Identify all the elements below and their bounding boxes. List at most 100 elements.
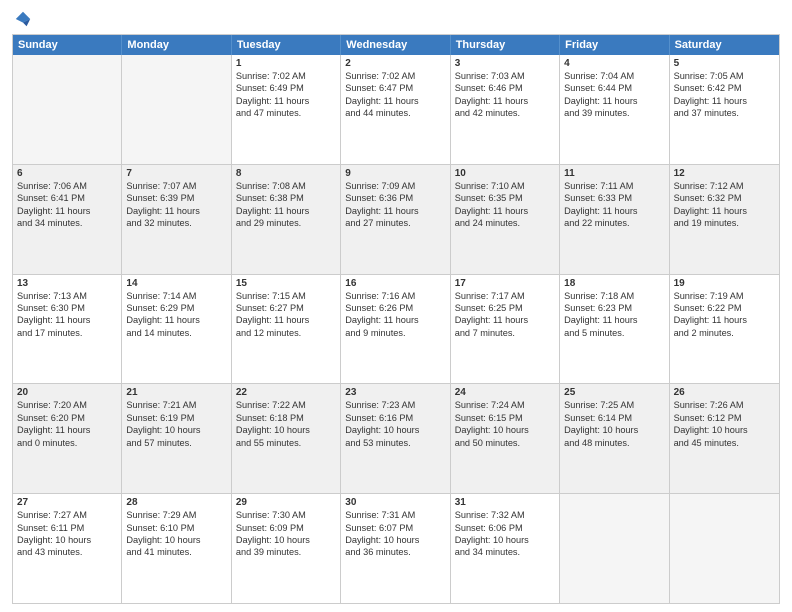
cell-info-line: Sunrise: 7:19 AM (674, 290, 775, 302)
cell-info-line: Sunset: 6:25 PM (455, 302, 555, 314)
day-number: 5 (674, 58, 775, 69)
cell-info-line: Sunset: 6:46 PM (455, 82, 555, 94)
day-number: 30 (345, 497, 445, 508)
day-number: 12 (674, 168, 775, 179)
cell-info-line: Sunrise: 7:30 AM (236, 509, 336, 521)
cell-info-line: and 55 minutes. (236, 437, 336, 449)
cell-info-line: and 5 minutes. (564, 327, 664, 339)
day-number: 10 (455, 168, 555, 179)
day-number: 20 (17, 387, 117, 398)
cell-info-line: Sunrise: 7:27 AM (17, 509, 117, 521)
calendar-cell: 14Sunrise: 7:14 AMSunset: 6:29 PMDayligh… (122, 275, 231, 384)
cell-info-line: Daylight: 11 hours (236, 314, 336, 326)
day-number: 14 (126, 278, 226, 289)
day-number: 4 (564, 58, 664, 69)
cell-info-line: Sunset: 6:07 PM (345, 522, 445, 534)
day-number: 13 (17, 278, 117, 289)
cell-info-line: and 47 minutes. (236, 107, 336, 119)
calendar-header-cell: Sunday (13, 35, 122, 55)
cell-info-line: and 12 minutes. (236, 327, 336, 339)
cell-info-line: and 9 minutes. (345, 327, 445, 339)
calendar-cell (560, 494, 669, 603)
calendar-header-cell: Saturday (670, 35, 779, 55)
cell-info-line: and 19 minutes. (674, 217, 775, 229)
cell-info-line: Daylight: 10 hours (17, 534, 117, 546)
calendar-cell: 23Sunrise: 7:23 AMSunset: 6:16 PMDayligh… (341, 384, 450, 493)
cell-info-line: and 50 minutes. (455, 437, 555, 449)
cell-info-line: and 53 minutes. (345, 437, 445, 449)
cell-info-line: Sunrise: 7:23 AM (345, 399, 445, 411)
page: SundayMondayTuesdayWednesdayThursdayFrid… (0, 0, 792, 612)
calendar-cell: 8Sunrise: 7:08 AMSunset: 6:38 PMDaylight… (232, 165, 341, 274)
calendar-cell: 31Sunrise: 7:32 AMSunset: 6:06 PMDayligh… (451, 494, 560, 603)
calendar-cell: 29Sunrise: 7:30 AMSunset: 6:09 PMDayligh… (232, 494, 341, 603)
cell-info-line: Sunset: 6:32 PM (674, 192, 775, 204)
cell-info-line: Daylight: 11 hours (455, 314, 555, 326)
day-number: 26 (674, 387, 775, 398)
calendar-cell: 7Sunrise: 7:07 AMSunset: 6:39 PMDaylight… (122, 165, 231, 274)
cell-info-line: Daylight: 10 hours (126, 534, 226, 546)
day-number: 27 (17, 497, 117, 508)
cell-info-line: Daylight: 11 hours (17, 205, 117, 217)
cell-info-line: Sunset: 6:26 PM (345, 302, 445, 314)
cell-info-line: Daylight: 11 hours (455, 95, 555, 107)
day-number: 17 (455, 278, 555, 289)
calendar-cell: 2Sunrise: 7:02 AMSunset: 6:47 PMDaylight… (341, 55, 450, 164)
calendar-cell: 1Sunrise: 7:02 AMSunset: 6:49 PMDaylight… (232, 55, 341, 164)
cell-info-line: Sunrise: 7:31 AM (345, 509, 445, 521)
header (12, 10, 780, 28)
cell-info-line: and 27 minutes. (345, 217, 445, 229)
calendar-cell: 13Sunrise: 7:13 AMSunset: 6:30 PMDayligh… (13, 275, 122, 384)
day-number: 22 (236, 387, 336, 398)
cell-info-line: Sunrise: 7:17 AM (455, 290, 555, 302)
cell-info-line: Daylight: 11 hours (345, 95, 445, 107)
cell-info-line: and 44 minutes. (345, 107, 445, 119)
day-number: 31 (455, 497, 555, 508)
cell-info-line: Sunrise: 7:14 AM (126, 290, 226, 302)
cell-info-line: Daylight: 10 hours (345, 424, 445, 436)
calendar-cell: 21Sunrise: 7:21 AMSunset: 6:19 PMDayligh… (122, 384, 231, 493)
calendar-week-row: 6Sunrise: 7:06 AMSunset: 6:41 PMDaylight… (13, 164, 779, 274)
day-number: 23 (345, 387, 445, 398)
cell-info-line: Sunrise: 7:02 AM (236, 70, 336, 82)
cell-info-line: Daylight: 10 hours (236, 424, 336, 436)
cell-info-line: Sunrise: 7:04 AM (564, 70, 664, 82)
cell-info-line: and 39 minutes. (236, 546, 336, 558)
calendar-cell: 17Sunrise: 7:17 AMSunset: 6:25 PMDayligh… (451, 275, 560, 384)
day-number: 9 (345, 168, 445, 179)
day-number: 19 (674, 278, 775, 289)
cell-info-line: Daylight: 11 hours (674, 95, 775, 107)
cell-info-line: Sunrise: 7:11 AM (564, 180, 664, 192)
cell-info-line: and 34 minutes. (455, 546, 555, 558)
calendar-body: 1Sunrise: 7:02 AMSunset: 6:49 PMDaylight… (13, 55, 779, 603)
cell-info-line: Daylight: 11 hours (564, 205, 664, 217)
cell-info-line: Sunset: 6:06 PM (455, 522, 555, 534)
calendar-cell: 24Sunrise: 7:24 AMSunset: 6:15 PMDayligh… (451, 384, 560, 493)
cell-info-line: Sunrise: 7:15 AM (236, 290, 336, 302)
calendar-cell: 26Sunrise: 7:26 AMSunset: 6:12 PMDayligh… (670, 384, 779, 493)
cell-info-line: Sunrise: 7:21 AM (126, 399, 226, 411)
cell-info-line: Sunrise: 7:03 AM (455, 70, 555, 82)
cell-info-line: and 42 minutes. (455, 107, 555, 119)
cell-info-line: and 39 minutes. (564, 107, 664, 119)
cell-info-line: Daylight: 11 hours (455, 205, 555, 217)
cell-info-line: Daylight: 11 hours (126, 314, 226, 326)
day-number: 6 (17, 168, 117, 179)
calendar-cell: 11Sunrise: 7:11 AMSunset: 6:33 PMDayligh… (560, 165, 669, 274)
calendar-header-cell: Friday (560, 35, 669, 55)
day-number: 24 (455, 387, 555, 398)
cell-info-line: Sunrise: 7:13 AM (17, 290, 117, 302)
cell-info-line: Sunrise: 7:29 AM (126, 509, 226, 521)
cell-info-line: Daylight: 10 hours (236, 534, 336, 546)
calendar-cell: 15Sunrise: 7:15 AMSunset: 6:27 PMDayligh… (232, 275, 341, 384)
cell-info-line: and 17 minutes. (17, 327, 117, 339)
day-number: 2 (345, 58, 445, 69)
calendar-cell: 30Sunrise: 7:31 AMSunset: 6:07 PMDayligh… (341, 494, 450, 603)
calendar-cell: 22Sunrise: 7:22 AMSunset: 6:18 PMDayligh… (232, 384, 341, 493)
cell-info-line: Sunrise: 7:06 AM (17, 180, 117, 192)
calendar-cell (670, 494, 779, 603)
cell-info-line: Sunset: 6:36 PM (345, 192, 445, 204)
cell-info-line: Sunrise: 7:10 AM (455, 180, 555, 192)
day-number: 25 (564, 387, 664, 398)
calendar-cell: 6Sunrise: 7:06 AMSunset: 6:41 PMDaylight… (13, 165, 122, 274)
